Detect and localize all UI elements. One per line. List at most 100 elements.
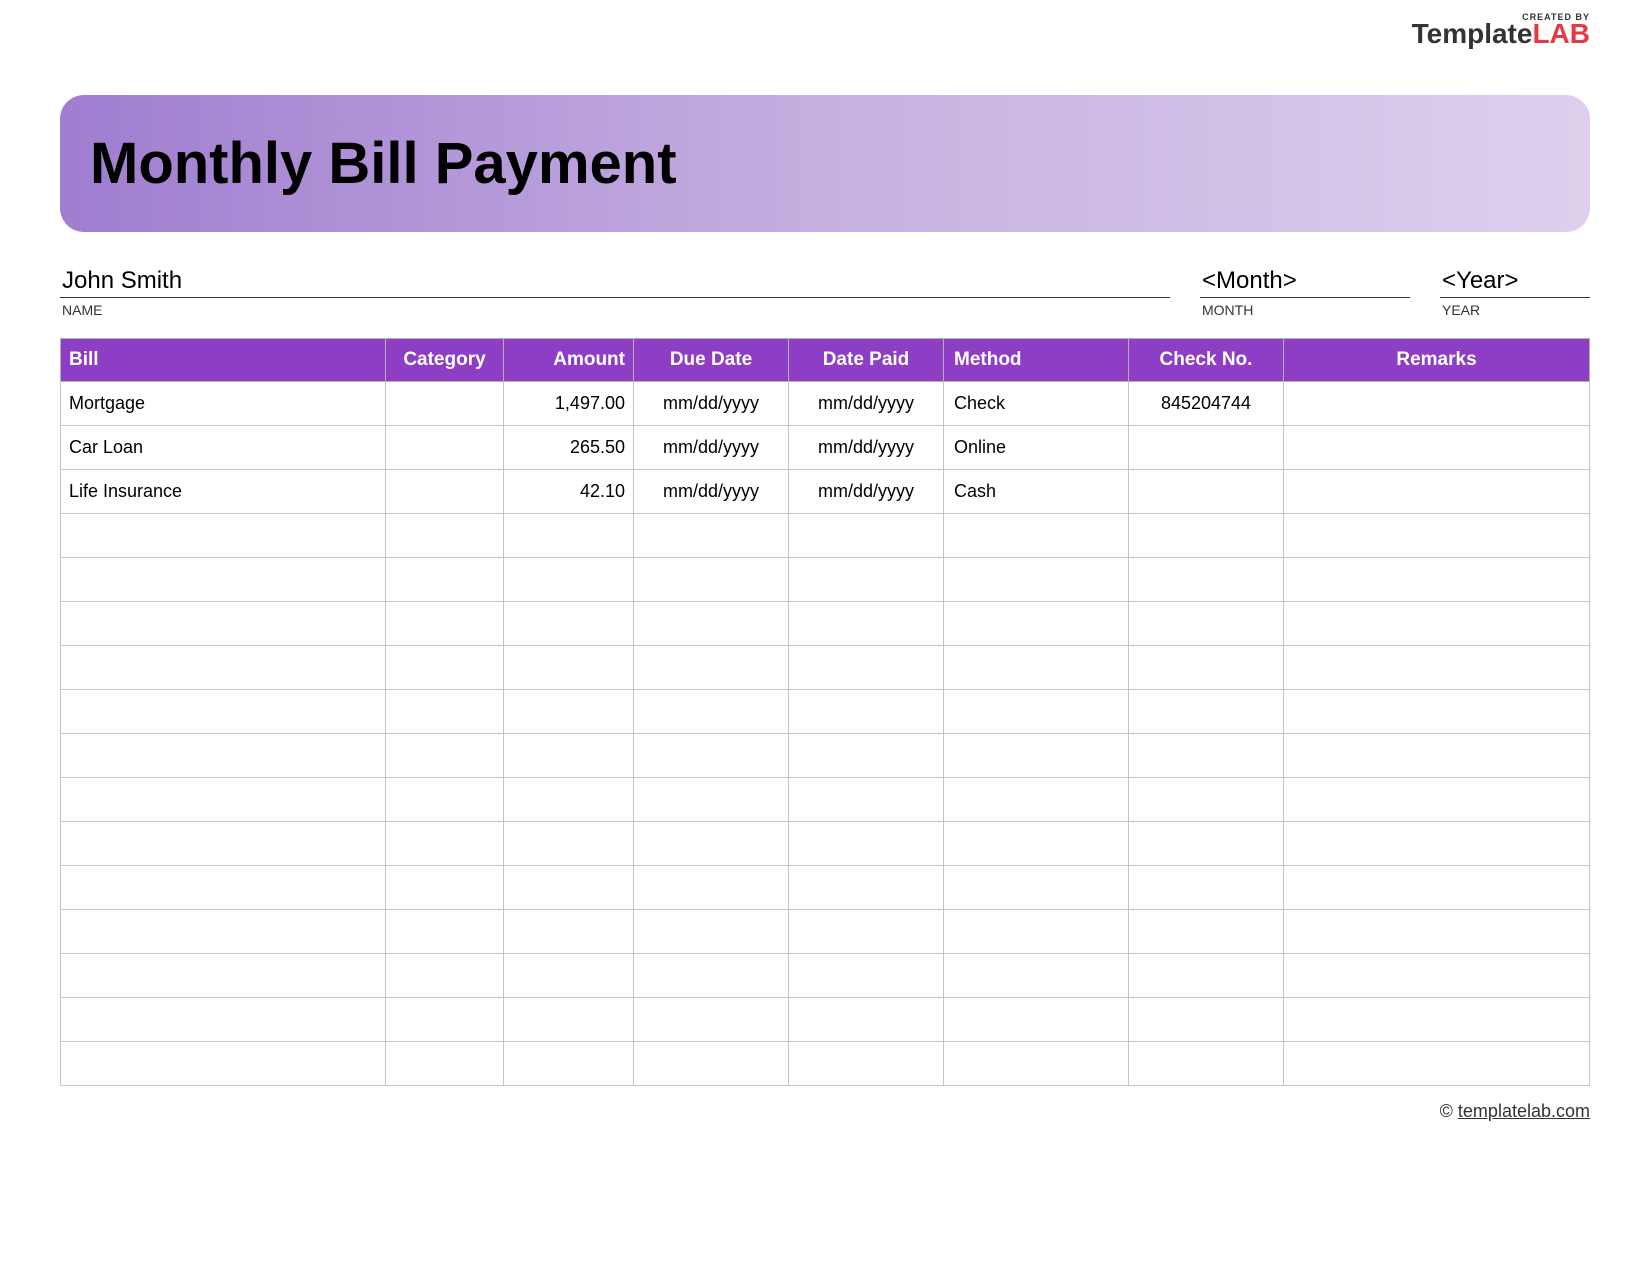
cell-check-no[interactable] [1129,734,1284,778]
cell-remarks[interactable] [1284,910,1590,954]
cell-bill[interactable] [61,910,386,954]
cell-bill[interactable] [61,866,386,910]
cell-remarks[interactable] [1284,1042,1590,1086]
cell-due-date[interactable] [634,514,789,558]
cell-date-paid[interactable] [789,778,944,822]
cell-remarks[interactable] [1284,382,1590,426]
cell-amount[interactable]: 1,497.00 [504,382,634,426]
cell-check-no[interactable] [1129,910,1284,954]
cell-category[interactable] [386,778,504,822]
cell-amount[interactable]: 265.50 [504,426,634,470]
cell-bill[interactable] [61,998,386,1042]
cell-due-date[interactable] [634,602,789,646]
cell-due-date[interactable] [634,866,789,910]
cell-amount[interactable] [504,602,634,646]
cell-check-no[interactable]: 845204744 [1129,382,1284,426]
cell-method[interactable] [944,822,1129,866]
cell-method[interactable]: Check [944,382,1129,426]
cell-due-date[interactable] [634,646,789,690]
cell-method[interactable] [944,998,1129,1042]
cell-amount[interactable] [504,866,634,910]
cell-date-paid[interactable] [789,558,944,602]
cell-date-paid[interactable] [789,646,944,690]
cell-amount[interactable] [504,1042,634,1086]
cell-check-no[interactable] [1129,602,1284,646]
cell-amount[interactable] [504,514,634,558]
cell-remarks[interactable] [1284,734,1590,778]
cell-check-no[interactable] [1129,866,1284,910]
cell-category[interactable] [386,426,504,470]
cell-check-no[interactable] [1129,822,1284,866]
cell-check-no[interactable] [1129,998,1284,1042]
cell-bill[interactable] [61,954,386,998]
cell-bill[interactable]: Mortgage [61,382,386,426]
cell-method[interactable] [944,558,1129,602]
cell-amount[interactable] [504,646,634,690]
year-value[interactable]: <Year> [1440,267,1590,298]
cell-method[interactable] [944,602,1129,646]
cell-bill[interactable] [61,1042,386,1086]
cell-date-paid[interactable] [789,690,944,734]
cell-date-paid[interactable] [789,822,944,866]
cell-amount[interactable] [504,910,634,954]
cell-date-paid[interactable] [789,602,944,646]
cell-remarks[interactable] [1284,998,1590,1042]
cell-bill[interactable] [61,514,386,558]
cell-bill[interactable] [61,822,386,866]
cell-check-no[interactable] [1129,558,1284,602]
cell-check-no[interactable] [1129,778,1284,822]
cell-date-paid[interactable] [789,734,944,778]
cell-category[interactable] [386,822,504,866]
cell-remarks[interactable] [1284,426,1590,470]
cell-category[interactable] [386,558,504,602]
cell-bill[interactable] [61,690,386,734]
cell-date-paid[interactable] [789,954,944,998]
cell-date-paid[interactable] [789,866,944,910]
cell-check-no[interactable] [1129,954,1284,998]
cell-remarks[interactable] [1284,954,1590,998]
cell-remarks[interactable] [1284,514,1590,558]
cell-remarks[interactable] [1284,866,1590,910]
cell-category[interactable] [386,514,504,558]
cell-category[interactable] [386,866,504,910]
cell-due-date[interactable] [634,734,789,778]
cell-bill[interactable]: Life Insurance [61,470,386,514]
name-value[interactable]: John Smith [60,267,1170,298]
cell-due-date[interactable] [634,778,789,822]
cell-date-paid[interactable] [789,514,944,558]
cell-remarks[interactable] [1284,646,1590,690]
cell-bill[interactable]: Car Loan [61,426,386,470]
cell-category[interactable] [386,470,504,514]
cell-remarks[interactable] [1284,690,1590,734]
cell-due-date[interactable]: mm/dd/yyyy [634,470,789,514]
cell-method[interactable]: Online [944,426,1129,470]
footer-link[interactable]: templatelab.com [1458,1101,1590,1121]
cell-date-paid[interactable] [789,998,944,1042]
cell-due-date[interactable]: mm/dd/yyyy [634,382,789,426]
cell-check-no[interactable] [1129,646,1284,690]
cell-bill[interactable] [61,646,386,690]
cell-category[interactable] [386,646,504,690]
cell-date-paid[interactable] [789,910,944,954]
cell-date-paid[interactable]: mm/dd/yyyy [789,470,944,514]
cell-method[interactable] [944,1042,1129,1086]
cell-remarks[interactable] [1284,470,1590,514]
cell-method[interactable] [944,646,1129,690]
cell-amount[interactable] [504,778,634,822]
cell-method[interactable] [944,910,1129,954]
cell-category[interactable] [386,910,504,954]
cell-method[interactable] [944,954,1129,998]
month-value[interactable]: <Month> [1200,267,1410,298]
cell-category[interactable] [386,998,504,1042]
cell-check-no[interactable] [1129,1042,1284,1086]
cell-remarks[interactable] [1284,558,1590,602]
cell-date-paid[interactable] [789,1042,944,1086]
cell-due-date[interactable] [634,910,789,954]
cell-due-date[interactable]: mm/dd/yyyy [634,426,789,470]
cell-date-paid[interactable]: mm/dd/yyyy [789,426,944,470]
cell-method[interactable]: Cash [944,470,1129,514]
cell-due-date[interactable] [634,690,789,734]
cell-check-no[interactable] [1129,426,1284,470]
cell-amount[interactable] [504,558,634,602]
cell-due-date[interactable] [634,998,789,1042]
